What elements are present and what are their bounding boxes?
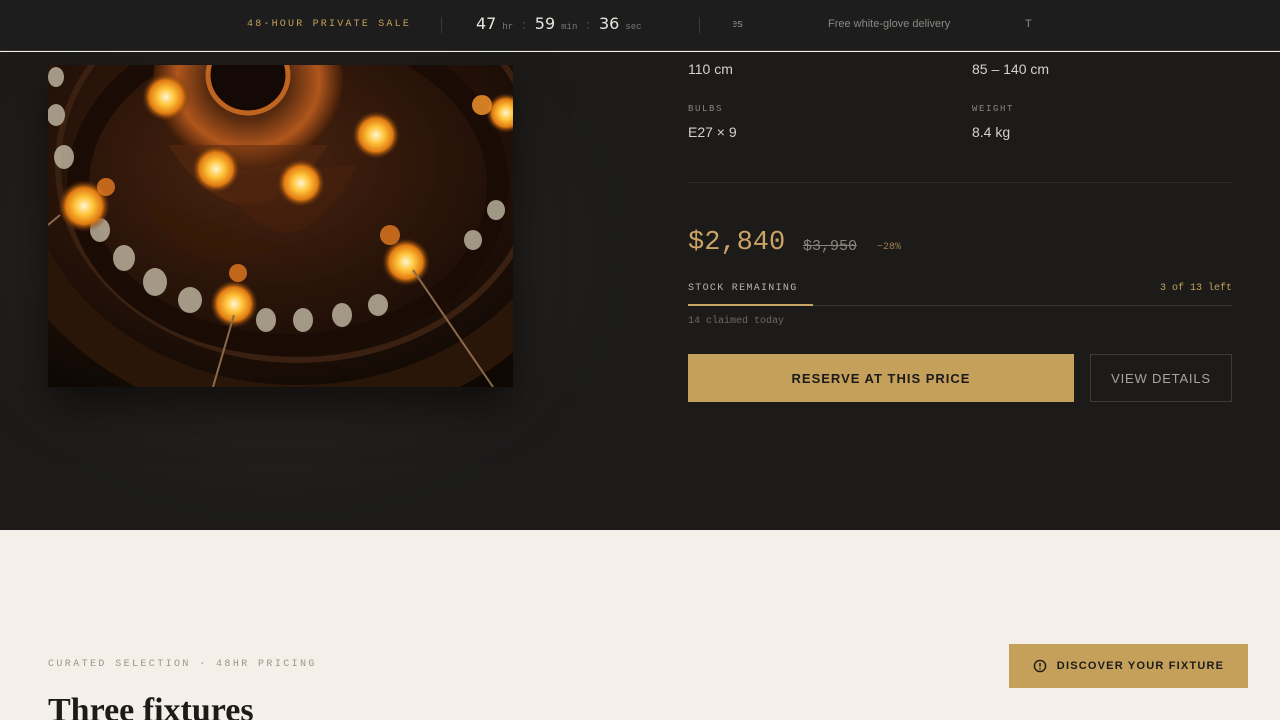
ticker-track: pieces Free white-glove delivery T — [733, 18, 1032, 30]
countdown-minutes: 59 — [534, 14, 556, 33]
countdown-seconds: 36 — [598, 14, 620, 33]
stock-count: 3 of 13 left — [1159, 283, 1232, 294]
spec-label: BULBS — [688, 104, 724, 114]
claimed-today: 14 claimed today — [688, 316, 785, 327]
countdown-minutes-unit: min — [561, 22, 578, 32]
ticker-item: Free white-glove delivery — [828, 18, 951, 30]
spec-value: 8.4 kg — [972, 124, 1011, 140]
ticker-item: pieces — [733, 18, 743, 30]
countdown-hours: 47 — [476, 14, 497, 33]
product-hero: 110 cm 85 – 140 cm BULBS E27 × 9 WEIGHT … — [0, 52, 1280, 530]
countdown-separator: : — [522, 17, 526, 32]
curated-section: CURATED SELECTION · 48HR PRICING Three f… — [0, 530, 1280, 720]
chandelier-photo — [48, 65, 513, 387]
sale-label: 48-HOUR PRIVATE SALE — [247, 19, 412, 30]
sale-price: $2,840 — [688, 228, 786, 258]
discover-fixture-label: DISCOVER YOUR FIXTURE — [1056, 660, 1225, 672]
sale-topbar: 48-HOUR PRIVATE SALE 47 hr : 59 min : 36… — [0, 0, 1280, 51]
countdown-timer: 47 hr : 59 min : 36 sec — [476, 14, 642, 36]
stock-progress-bar — [688, 304, 1232, 306]
stock-progress-fill — [688, 304, 814, 306]
discount-badge: −28% — [877, 242, 902, 253]
section-eyebrow: CURATED SELECTION · 48HR PRICING — [48, 659, 317, 670]
section-title: Three fixtures — [48, 692, 254, 720]
countdown-seconds-unit: sec — [625, 22, 642, 32]
original-price: $3,950 — [803, 238, 858, 255]
countdown-hours-unit: hr — [502, 22, 514, 32]
spec-value: E27 × 9 — [688, 124, 737, 140]
section-divider — [688, 182, 1232, 183]
info-circle-icon — [1033, 659, 1047, 673]
stock-label: STOCK REMAINING — [688, 283, 798, 294]
topbar-divider — [699, 17, 700, 33]
promo-ticker: pieces Free white-glove delivery T — [733, 0, 1033, 51]
spec-value: 110 cm — [688, 61, 733, 77]
discover-fixture-button[interactable]: DISCOVER YOUR FIXTURE — [1009, 644, 1248, 688]
spec-label: WEIGHT — [972, 104, 1015, 114]
topbar-divider — [441, 17, 442, 33]
ticker-item: T — [1025, 18, 1032, 30]
countdown-separator: : — [586, 17, 590, 32]
reserve-button[interactable]: RESERVE AT THIS PRICE — [688, 354, 1074, 402]
spec-value: 85 – 140 cm — [972, 61, 1050, 77]
chandelier-illustration — [48, 65, 513, 387]
view-details-button[interactable]: VIEW DETAILS — [1090, 354, 1232, 402]
